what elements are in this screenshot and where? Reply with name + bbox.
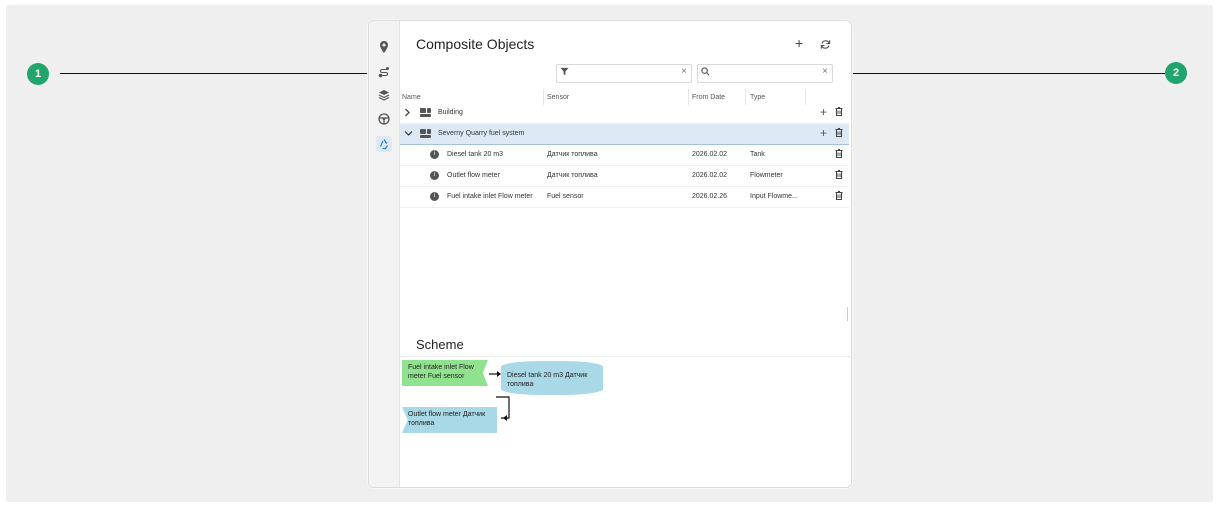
row-sensor: Fuel sensor [547,193,584,200]
row-from-date: 2026.02.02 [692,151,728,158]
sensor-object-icon: i [430,192,439,201]
left-sidebar [369,21,400,487]
search-input[interactable] [716,66,816,82]
filter-clear-icon[interactable]: × [681,66,687,77]
layers-icon[interactable] [376,87,392,103]
location-pin-icon[interactable] [376,39,392,55]
search-field[interactable]: × [697,64,833,83]
search-icon [701,67,710,78]
search-clear-icon[interactable]: × [822,66,828,77]
delete-icon[interactable] [835,190,843,202]
main-panel: Composite Objects + × × Name Sensor From… [400,21,851,487]
sensor-object-icon: i [430,171,439,180]
row-type: Flowmeter [750,172,783,179]
row-name: Fuel intake inlet Flow meter [447,193,533,200]
table-row[interactable]: i Outlet flow meter Датчик топлива 2026.… [400,166,849,187]
callout-1: 1 [27,63,49,85]
delete-icon[interactable] [835,169,843,181]
route-icon[interactable] [376,64,392,80]
add-child-button[interactable]: + [820,105,827,119]
sensor-object-icon: i [430,150,439,159]
steering-wheel-icon[interactable] [376,111,392,127]
callout-2: 2 [1165,62,1187,84]
scheme-node-inlet[interactable]: Fuel intake inlet Flow meter Fuel sensor [402,360,488,386]
composite-object-icon [420,108,432,117]
table-row[interactable]: i Fuel intake inlet Flow meter Fuel sens… [400,187,849,208]
filter-icon [560,67,569,78]
callout-1-line [60,73,390,74]
refresh-icon [820,40,831,49]
group-name: Building [438,109,463,116]
filter-field[interactable]: × [556,64,692,83]
row-name: Diesel tank 20 m3 [447,151,504,158]
delete-icon[interactable] [835,148,843,160]
chevron-right-icon[interactable] [404,108,411,119]
row-type: Input Flowme... [750,193,798,200]
row-from-date: 2026.02.26 [692,193,728,200]
group-name: Severny Quarry fuel system [438,130,525,137]
scheme-node-tank[interactable]: Diesel tank 20 m3 Датчик топлива [501,361,603,395]
delete-icon[interactable] [835,106,843,118]
row-from-date: 2026.02.02 [692,172,728,179]
refresh-button[interactable] [820,37,831,53]
row-name: Outlet flow meter [447,172,500,179]
app-window: Composite Objects + × × Name Sensor From… [368,20,852,488]
table-row-group-selected[interactable]: Severny Quarry fuel system + [400,124,849,145]
delete-icon[interactable] [835,127,843,139]
scheme-node-outlet[interactable]: Outlet flow meter Датчик топлива [402,407,497,433]
row-sensor: Датчик топлива [547,151,598,158]
add-button[interactable]: + [795,35,803,51]
filter-input[interactable] [575,66,675,82]
plus-icon: + [795,35,804,51]
composite-object-icon [420,129,432,138]
callout-2-line [799,73,1165,74]
scrollbar-handle[interactable] [847,307,848,321]
row-type: Tank [750,151,765,158]
recycle-icon[interactable] [376,136,392,152]
table-row[interactable]: i Diesel tank 20 m3 Датчик топлива 2026.… [400,145,849,166]
table-row-group[interactable]: Building + [400,103,849,124]
row-sensor: Датчик топлива [547,172,598,179]
chevron-down-icon[interactable] [404,129,413,139]
scheme-title: Scheme [416,337,464,352]
add-child-button[interactable]: + [820,126,827,140]
page-title: Composite Objects [416,36,535,52]
